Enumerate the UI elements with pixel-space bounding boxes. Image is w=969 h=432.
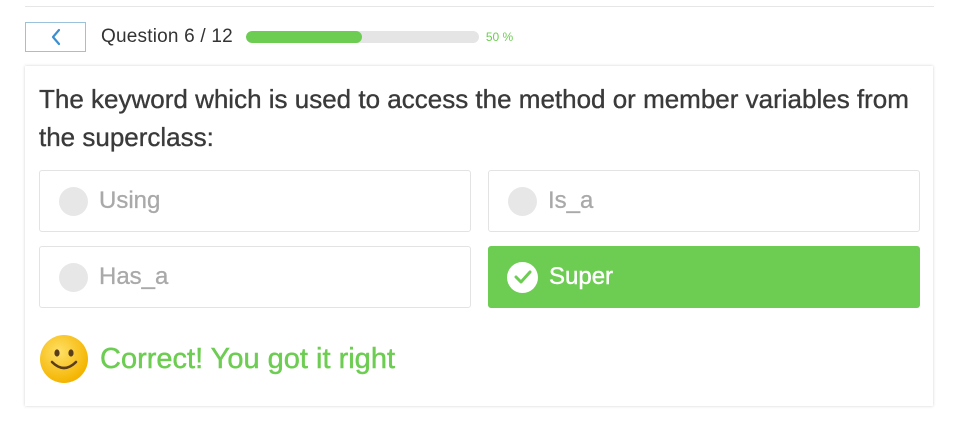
answer-option-super[interactable]: Super <box>488 246 920 308</box>
question-card: The keyword which is used to access the … <box>25 66 933 406</box>
answer-label: Is_a <box>548 187 594 214</box>
answer-option-has-a[interactable]: Has_a <box>39 246 471 308</box>
chevron-left-icon <box>51 28 60 46</box>
question-counter: Question 6 / 12 <box>101 26 233 47</box>
radio-circle-icon <box>508 186 537 216</box>
answer-label: Using <box>99 187 161 214</box>
feedback-message: Correct! You got it right <box>100 342 395 375</box>
back-button[interactable] <box>25 22 86 52</box>
answer-label: Has_a <box>99 263 169 290</box>
checkmark-circle-icon <box>507 261 538 293</box>
answer-option-using[interactable]: Using <box>39 170 471 232</box>
progress-bar <box>245 31 479 43</box>
answer-option-is-a[interactable]: Is_a <box>488 170 920 232</box>
smiley-icon <box>40 335 88 383</box>
radio-circle-icon <box>59 262 88 292</box>
feedback-banner: Correct! You got it right <box>39 334 395 384</box>
progress-percent: 50 % <box>485 30 514 44</box>
quiz-header: Question 6 / 12 50 % <box>25 21 513 53</box>
question-text: The keyword which is used to access the … <box>39 84 909 152</box>
progress-fill <box>245 31 363 43</box>
answer-label: Super <box>549 263 614 290</box>
radio-circle-icon <box>59 186 88 216</box>
top-divider <box>25 6 934 7</box>
